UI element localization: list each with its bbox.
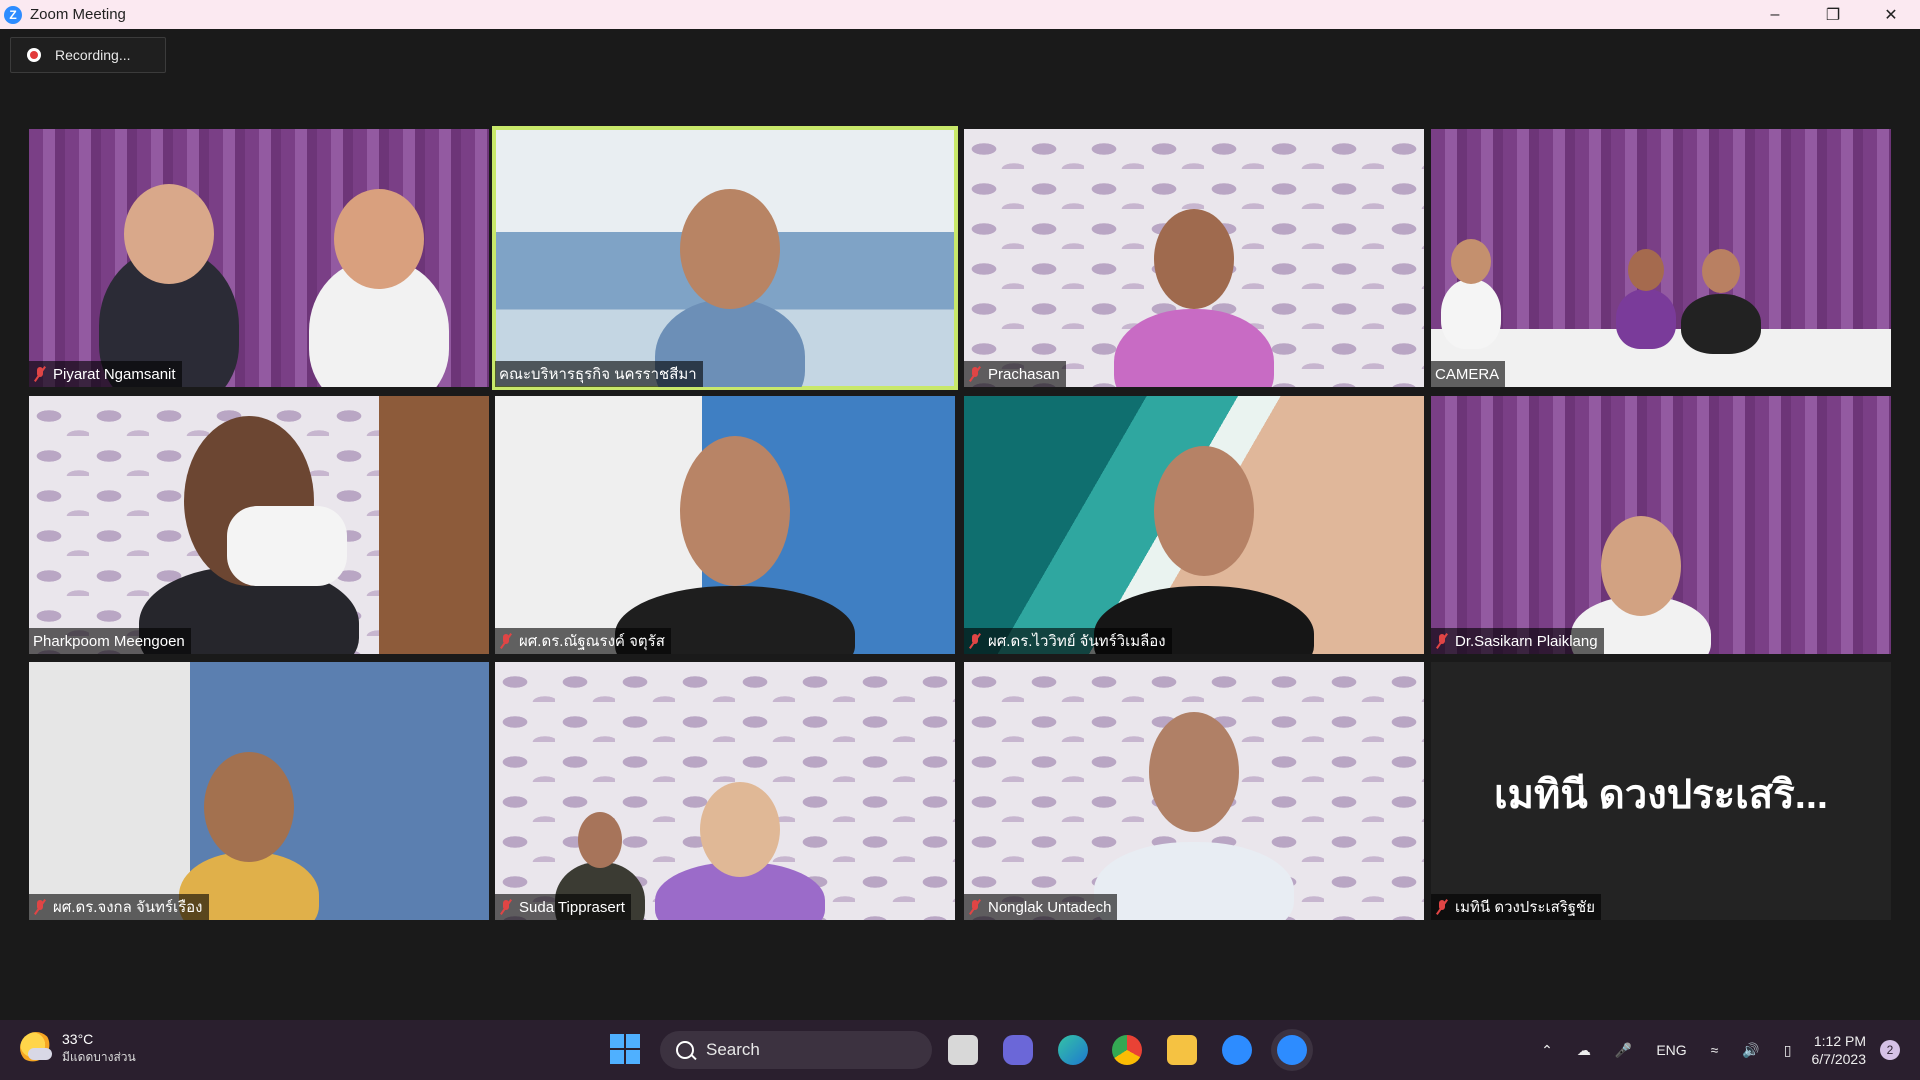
system-tray: ⌃ ☁ 🎤 ENG ≈ 🔊 ▯ 1:12 PM 6/7/2023 2 [1529, 1020, 1920, 1080]
mic-muted-icon [968, 899, 982, 915]
participant-name-tag: ผศ.ดร.ไววิทย์ จันทร์วิเมลือง [964, 628, 1172, 654]
restore-button[interactable]: ❐ [1804, 0, 1862, 29]
teams-chat-icon[interactable] [1003, 1035, 1033, 1065]
weather-widget[interactable]: 33°C มีแดดบางส่วน [20, 1030, 136, 1066]
participant-name-tag: Nonglak Untadech [964, 894, 1118, 920]
windows-start-icon[interactable] [610, 1034, 640, 1064]
mic-muted-icon [33, 899, 47, 915]
onedrive-cloud-icon[interactable]: ☁ [1577, 1042, 1591, 1059]
edge-browser-icon[interactable] [1058, 1035, 1088, 1065]
recording-label: Recording... [55, 47, 131, 63]
minimize-button[interactable]: – [1746, 0, 1804, 29]
participant-display-name: เมทินี ดวงประเสริ... [1493, 773, 1829, 817]
video-tile-4[interactable]: CAMERA [1431, 129, 1891, 387]
windows-taskbar: 33°C มีแดดบางส่วน Search ⌃ ☁ 🎤 ENG ≈ 🔊 ▯… [0, 1020, 1920, 1080]
face-mask [227, 506, 347, 586]
participant-name-tag: ผศ.ดร.จงกล จันทร์เรือง [29, 894, 209, 920]
microphone-icon[interactable]: 🎤 [1615, 1042, 1632, 1059]
mic-muted-icon [499, 899, 513, 915]
video-tile-8[interactable]: Dr.Sasikarn Plaiklang [1431, 396, 1891, 654]
weather-condition: มีแดดบางส่วน [62, 1050, 136, 1064]
video-tile-6[interactable]: ผศ.ดร.ณัฐณรงค์ จตุรัส [495, 396, 955, 654]
video-tile-12-video-off[interactable]: เมทินี ดวงประเสริ... เมทินี ดวงประเสริฐช… [1431, 662, 1891, 920]
participant-name-tag: ผศ.ดร.ณัฐณรงค์ จตุรัส [495, 628, 671, 654]
wifi-icon[interactable]: ≈ [1711, 1042, 1719, 1058]
window-controls: – ❐ ✕ [1746, 0, 1920, 29]
search-label: Search [706, 1040, 760, 1059]
mic-muted-icon [1435, 633, 1449, 649]
mic-muted-icon [33, 366, 47, 382]
mic-muted-icon [968, 366, 982, 382]
mic-muted-icon [499, 633, 513, 649]
participant-name-tag: Dr.Sasikarn Plaiklang [1431, 628, 1604, 654]
chevron-up-icon[interactable]: ⌃ [1541, 1042, 1553, 1059]
video-tile-7[interactable]: ผศ.ดร.ไววิทย์ จันทร์วิเมลือง [964, 396, 1424, 654]
mic-muted-icon [968, 633, 982, 649]
window-title: Zoom Meeting [30, 6, 126, 23]
video-tile-5[interactable]: Pharkpoom Meengoen [29, 396, 489, 654]
zoom-app-icon[interactable] [1222, 1035, 1252, 1065]
taskbar-search[interactable]: Search [660, 1031, 932, 1069]
partly-sunny-icon [20, 1032, 52, 1064]
video-tile-3[interactable]: Prachasan [964, 129, 1424, 387]
battery-icon[interactable]: ▯ [1784, 1042, 1792, 1059]
participant-name-tag: Prachasan [964, 361, 1066, 387]
taskbar-clock[interactable]: 1:12 PM 6/7/2023 [1812, 1032, 1867, 1068]
participant-name-tag: CAMERA [1431, 361, 1506, 387]
participant-name-tag: Pharkpoom Meengoen [29, 628, 191, 654]
video-tile-9[interactable]: ผศ.ดร.จงกล จันทร์เรือง [29, 662, 489, 920]
close-button[interactable]: ✕ [1862, 0, 1920, 29]
participant-name-tag: Piyarat Ngamsanit [29, 361, 182, 387]
mic-muted-icon [1435, 899, 1449, 915]
clock-time: 1:12 PM [1813, 1033, 1866, 1049]
clock-date: 6/7/2023 [1811, 1051, 1867, 1067]
participant-name-tag: เมทินี ดวงประเสริฐชัย [1431, 894, 1602, 920]
video-tile-10[interactable]: Suda Tipprasert [495, 662, 955, 920]
participant-name-tag: Suda Tipprasert [495, 894, 631, 920]
title-bar: Z Zoom Meeting – ❐ ✕ [0, 0, 1920, 29]
search-icon [676, 1041, 694, 1059]
record-icon [27, 48, 41, 62]
video-tile-2-active-speaker[interactable]: คณะบริหารธุรกิจ นครราชสีมา [492, 126, 958, 390]
notification-badge[interactable]: 2 [1880, 1040, 1900, 1060]
video-tile-1[interactable]: Piyarat Ngamsanit [29, 129, 489, 387]
volume-icon[interactable]: 🔊 [1742, 1042, 1759, 1059]
zoom-logo-icon: Z [4, 5, 22, 24]
file-explorer-icon[interactable] [1167, 1035, 1197, 1065]
video-tile-11[interactable]: Nonglak Untadech [964, 662, 1424, 920]
weather-temperature: 33°C [62, 1031, 94, 1047]
zoom-meeting-active-icon[interactable] [1277, 1035, 1307, 1065]
participant-name-tag: คณะบริหารธุรกิจ นครราชสีมา [495, 361, 703, 387]
recording-indicator[interactable]: Recording... [10, 37, 166, 73]
language-indicator[interactable]: ENG [1656, 1042, 1686, 1058]
chrome-browser-icon[interactable] [1112, 1035, 1142, 1065]
task-view-icon[interactable] [948, 1035, 978, 1065]
